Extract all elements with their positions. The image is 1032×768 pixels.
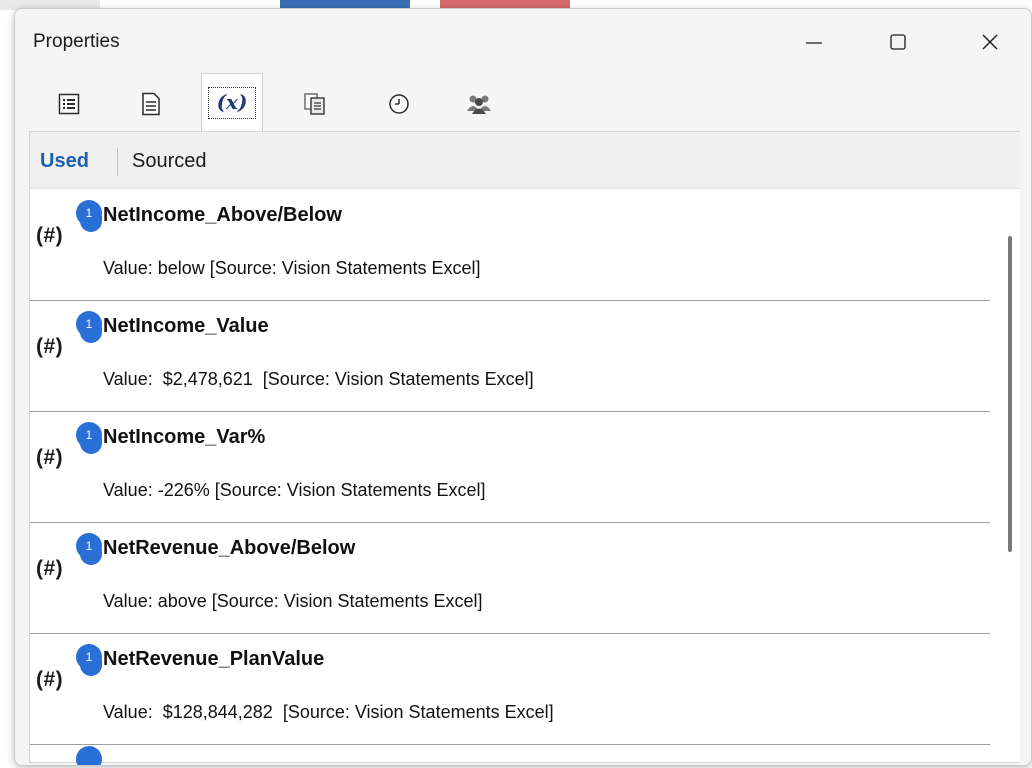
usage-count-badge: 1 <box>76 422 102 448</box>
close-button[interactable] <box>967 23 1013 61</box>
subtab-sourced[interactable]: Sourced <box>132 150 207 173</box>
usage-count-badge: 1 <box>76 533 102 559</box>
maximize-button[interactable] <box>875 23 921 61</box>
number-variable-icon: (#) <box>36 557 64 580</box>
variable-name: NetRevenue_PlanValue <box>103 648 325 670</box>
tool-document[interactable] <box>121 77 181 131</box>
number-variable-icon: (#) <box>36 335 64 358</box>
tool-variables[interactable]: (x) <box>201 73 263 132</box>
minimize-icon <box>806 42 822 44</box>
variable-value: Value: -226% [Source: Vision Statements … <box>103 480 486 500</box>
variable-item[interactable]: (#) 1 NetRevenue_Above/Below Value: abov… <box>30 523 990 634</box>
properties-window: Properties (x) Used Sourced (#) 1 NetInc… <box>14 8 1032 766</box>
variable-name: NetIncome_Var% <box>103 426 266 448</box>
list-view-icon <box>58 93 80 115</box>
divider <box>30 744 990 745</box>
window-title: Properties <box>33 31 120 52</box>
variable-value: Value: above [Source: Vision Statements … <box>103 591 483 611</box>
variable-value: Value: $128,844,282 [Source: Vision Stat… <box>103 702 554 722</box>
tool-clock[interactable] <box>369 77 429 131</box>
maximize-icon <box>890 34 906 50</box>
variable-value: Value: below [Source: Vision Statements … <box>103 258 481 278</box>
variable-item[interactable]: (#) 1 NetRevenue_PlanValue Value: $128,8… <box>30 634 990 745</box>
number-variable-icon: (#) <box>36 668 64 691</box>
variable-name: NetIncome_Above/Below <box>103 204 342 226</box>
usage-count-badge <box>76 746 102 765</box>
variable-list: (#) 1 NetIncome_Above/Below Value: below… <box>30 190 990 745</box>
usage-count-badge: 1 <box>76 311 102 337</box>
scrollbar-thumb[interactable] <box>1008 236 1012 552</box>
number-variable-icon: (#) <box>36 446 64 469</box>
subtab-divider <box>117 148 118 176</box>
variable-item[interactable]: (#) 1 NetIncome_Var% Value: -226% [Sourc… <box>30 412 990 523</box>
variable-value: Value: $2,478,621 [Source: Vision Statem… <box>103 369 534 389</box>
title-bar[interactable]: Properties <box>15 9 1031 73</box>
tool-copy-document[interactable] <box>285 77 345 131</box>
vertical-scrollbar[interactable] <box>1002 196 1020 762</box>
subtab-used[interactable]: Used <box>40 150 89 173</box>
number-variable-icon: (#) <box>36 224 64 247</box>
clock-icon <box>389 94 409 114</box>
variable-item[interactable]: (#) 1 NetIncome_Value Value: $2,478,621 … <box>30 301 990 412</box>
variable-name: NetIncome_Value <box>103 315 269 337</box>
variables-panel: Used Sourced (#) 1 NetIncome_Above/Below… <box>29 131 1020 765</box>
variable-name: NetRevenue_Above/Below <box>103 537 356 559</box>
minimize-button[interactable] <box>791 23 837 61</box>
users-icon <box>467 95 491 114</box>
subtab-bar: Used Sourced <box>30 132 1020 189</box>
document-icon <box>142 92 160 116</box>
tool-list-view[interactable] <box>39 77 99 131</box>
variables-icon: (x) <box>207 87 257 119</box>
usage-count-badge: 1 <box>76 200 102 226</box>
copy-document-icon <box>304 93 325 115</box>
close-icon <box>982 34 998 50</box>
usage-count-badge: 1 <box>76 644 102 670</box>
variable-item[interactable]: (#) 1 NetIncome_Above/Below Value: below… <box>30 190 990 301</box>
tool-users[interactable] <box>449 77 509 131</box>
toolbar: (x) <box>29 73 529 132</box>
